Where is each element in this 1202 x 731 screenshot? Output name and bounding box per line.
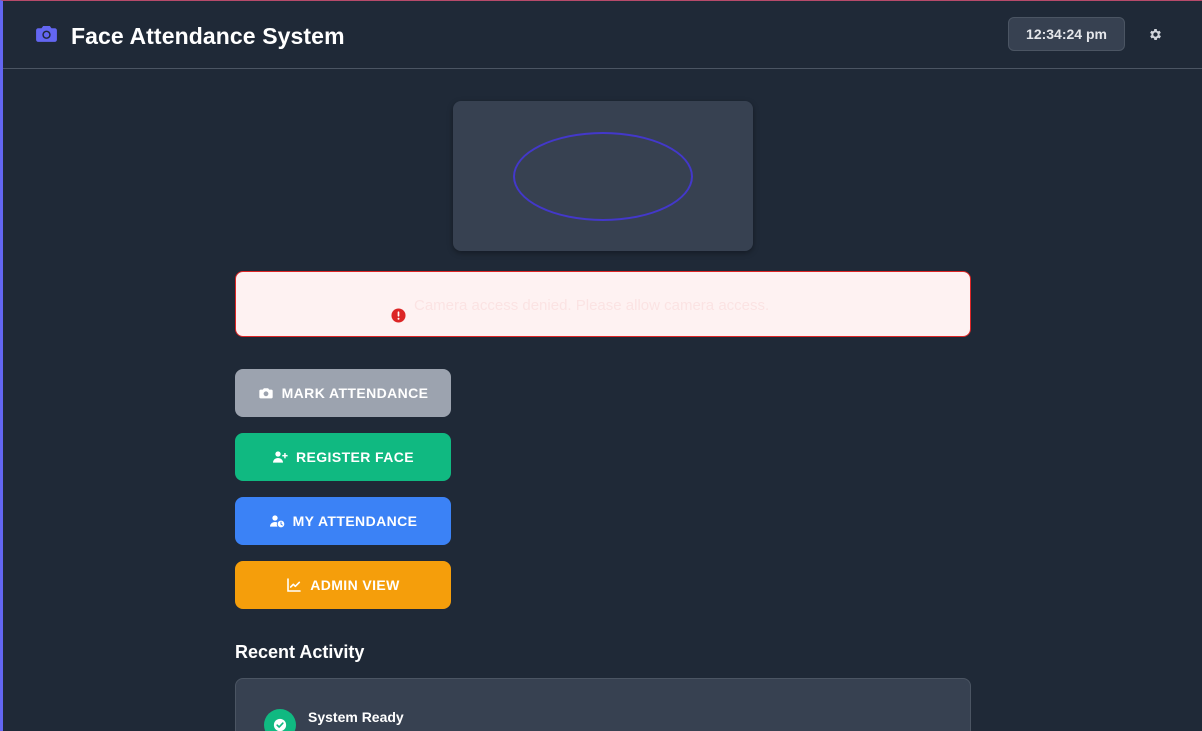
alert-message: Camera access denied. Please allow camer… — [414, 297, 770, 314]
app-title: Face Attendance System — [71, 22, 345, 49]
camera-icon — [34, 21, 59, 51]
admin-view-label: ADMIN VIEW — [310, 577, 400, 593]
camera-icon — [258, 388, 273, 399]
clock-display: 12:34:24 pm — [1008, 17, 1125, 51]
brand: Face Attendance System — [34, 21, 345, 51]
mark-attendance-label: MARK ATTENDANCE — [281, 385, 429, 401]
mark-attendance-button[interactable]: MARK ATTENDANCE — [235, 369, 451, 417]
my-attendance-label: MY ATTENDANCE — [292, 513, 418, 529]
register-face-button[interactable]: REGISTER FACE — [235, 433, 451, 481]
admin-view-button[interactable]: ADMIN VIEW — [235, 561, 451, 609]
camera-error-alert: Camera access denied. Please allow camer… — [235, 271, 971, 337]
gear-icon[interactable] — [1148, 27, 1163, 42]
recent-activity-heading: Recent Activity — [235, 642, 365, 662]
camera-preview — [453, 101, 753, 251]
activity-title: System Ready — [308, 709, 404, 725]
chart-line-icon — [287, 578, 302, 592]
face-guide-oval — [513, 132, 693, 221]
register-face-label: REGISTER FACE — [296, 449, 414, 465]
app-window: Face Attendance System 12:34:24 pm Camer… — [0, 0, 1202, 731]
user-plus-icon — [273, 451, 288, 463]
top-header: Face Attendance System 12:34:24 pm — [3, 1, 1202, 69]
exclamation-circle-icon — [391, 308, 406, 323]
check-circle-icon — [264, 709, 296, 731]
my-attendance-button[interactable]: MY ATTENDANCE — [235, 497, 451, 545]
user-clock-icon — [269, 515, 284, 528]
recent-activity-list: System Ready — [235, 678, 971, 731]
